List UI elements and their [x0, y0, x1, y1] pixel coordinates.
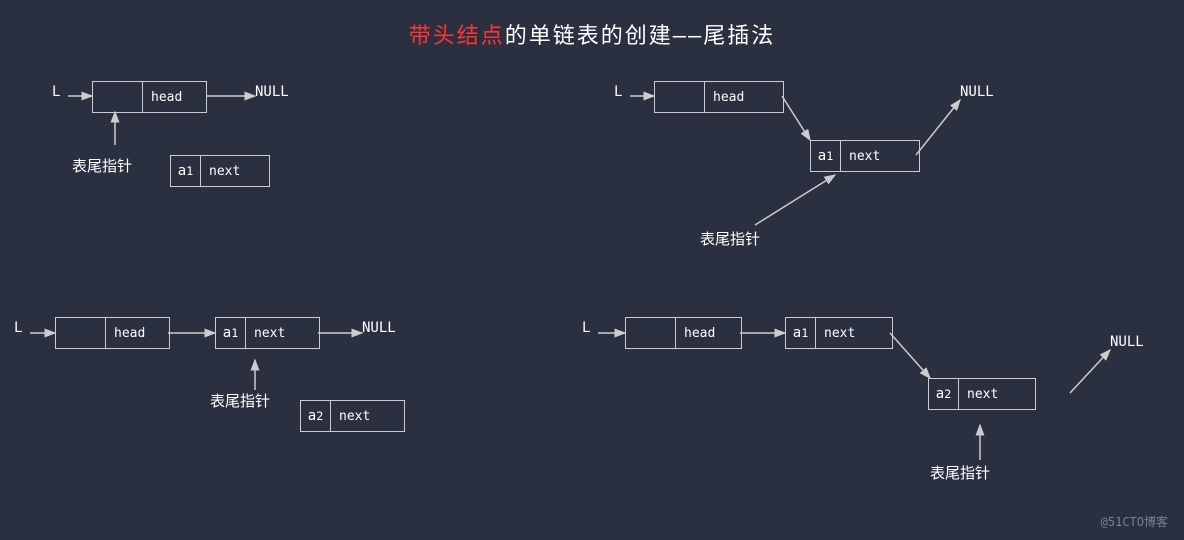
d3-a1-node: a1 next — [215, 317, 320, 349]
d2-tail-label: 表尾指针 — [700, 228, 760, 249]
d2-head-label: head — [705, 82, 752, 112]
d3-a2-data: a2 — [301, 401, 331, 431]
d4-a2-next: next — [959, 379, 1006, 409]
d1-a1-next: next — [201, 156, 248, 186]
d1-head-node: head — [92, 81, 207, 113]
d3-null-label: NULL — [362, 320, 396, 336]
d3-head-label: head — [106, 318, 153, 348]
d3-a1-next: next — [246, 318, 293, 348]
d4-a1-next: next — [816, 318, 863, 348]
d2-a1-data: a1 — [811, 141, 841, 171]
d4-a2-data: a2 — [929, 379, 959, 409]
d1-a1-data: a1 — [171, 156, 201, 186]
d4-null-label: NULL — [1110, 334, 1144, 350]
d4-head-data — [626, 318, 676, 348]
d3-a2-next: next — [331, 401, 378, 431]
d4-a1-data: a1 — [786, 318, 816, 348]
d2-L-label: L — [614, 84, 622, 100]
d2-a1-next: next — [841, 141, 888, 171]
d3-head-node: head — [55, 317, 170, 349]
d1-L-label: L — [52, 84, 60, 100]
d4-a2-node: a2 next — [928, 378, 1036, 410]
d3-a1-data: a1 — [216, 318, 246, 348]
d3-head-data — [56, 318, 106, 348]
d1-head-data — [93, 82, 143, 112]
d4-a1-node: a1 next — [785, 317, 893, 349]
d3-L-label: L — [14, 320, 22, 336]
d2-head-node: head — [654, 81, 784, 113]
d3-a2-node: a2 next — [300, 400, 405, 432]
d1-tail-label: 表尾指针 — [72, 155, 132, 176]
d3-tail-label: 表尾指针 — [210, 390, 270, 411]
d4-L-label: L — [582, 320, 590, 336]
d2-null-label: NULL — [960, 84, 994, 100]
watermark: @51CTO博客 — [1101, 513, 1168, 530]
d1-a1-node: a1 next — [170, 155, 270, 187]
d4-tail-label: 表尾指针 — [930, 462, 990, 483]
d2-head-data — [655, 82, 705, 112]
d1-null-label: NULL — [255, 84, 289, 100]
title-suffix: 的单链表的创建——尾插法 — [505, 24, 776, 49]
title-highlight: 带头结点 — [409, 24, 505, 49]
d4-head-label: head — [676, 318, 723, 348]
d1-head-label: head — [143, 82, 190, 112]
page-title: 带头结点的单链表的创建——尾插法 — [0, 18, 1184, 50]
d2-a1-node: a1 next — [810, 140, 920, 172]
d4-head-node: head — [625, 317, 742, 349]
